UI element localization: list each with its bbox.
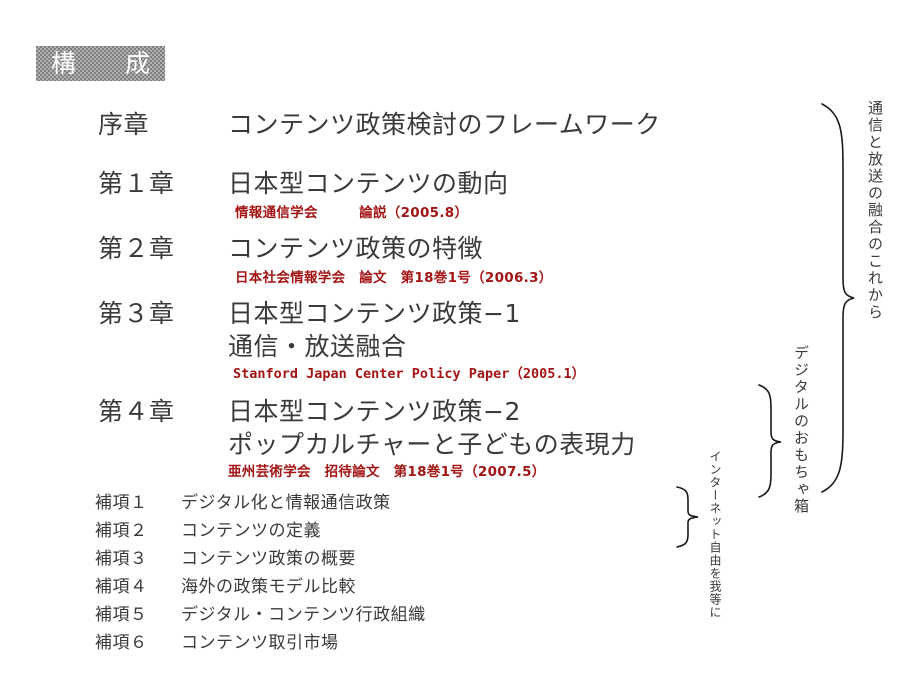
slide-title-banner: 構 成: [36, 46, 165, 81]
chapter-label-4: 第４章: [98, 397, 175, 426]
brace-small-icon: [673, 484, 703, 550]
appendix-text-5: デジタル・コンテンツ行政組織: [181, 605, 426, 625]
chapter-title-1: 日本型コンテンツの動向: [228, 169, 509, 198]
appendix-row: 補項２ コンテンツの定義: [95, 516, 321, 541]
appendix-text-1: デジタル化と情報通信政策: [181, 493, 391, 513]
appendix-label-2: 補項２: [95, 521, 148, 541]
appendix-label-3: 補項３: [95, 549, 148, 569]
vertical-annotation-2: デジタルのおもちゃ箱: [792, 345, 810, 515]
chapter-row: 第３章 日本型コンテンツ政策−1: [98, 294, 521, 330]
appendix-text-6: コンテンツ取引市場: [181, 633, 339, 653]
page-title: 構 成: [50, 49, 162, 78]
brace-large-icon: [816, 100, 856, 496]
appendix-row: 補項１ デジタル化と情報通信政策: [95, 488, 391, 513]
chapter-row: 序章 コンテンツ政策検討のフレームワーク: [98, 105, 661, 141]
chapter-row: 第１章 日本型コンテンツの動向: [98, 164, 509, 200]
appendix-text-2: コンテンツの定義: [181, 521, 321, 541]
chapter-label-1: 第１章: [98, 169, 175, 198]
appendix-row: 補項５ デジタル・コンテンツ行政組織: [95, 600, 426, 625]
appendix-label-5: 補項５: [95, 605, 148, 625]
appendix-row: 補項６ コンテンツ取引市場: [95, 628, 339, 653]
vertical-annotation-1: 通信と放送の融合のこれから: [866, 100, 884, 321]
chapter-subtitle-4: ポップカルチャーと子どもの表現力: [228, 430, 636, 459]
brace-medium-icon: [754, 382, 784, 500]
chapter-label-3: 第３章: [98, 299, 175, 328]
appendix-text-3: コンテンツ政策の概要: [181, 549, 356, 569]
chapter-reference-4: 亜州芸術学会 招待論文 第18巻1号（2007.5）: [228, 464, 546, 480]
chapter-reference-2: 日本社会情報学会 論文 第18巻1号（2006.3）: [235, 270, 553, 286]
appendix-label-6: 補項６: [95, 633, 148, 653]
appendix-label-4: 補項４: [95, 577, 148, 597]
chapter-reference-3: Stanford Japan Center Policy Paper（2005.…: [233, 366, 586, 382]
chapter-title-2: コンテンツ政策の特徴: [228, 234, 484, 263]
appendix-text-4: 海外の政策モデル比較: [181, 577, 356, 597]
appendix-row: 補項４ 海外の政策モデル比較: [95, 572, 356, 597]
appendix-row: 補項３ コンテンツ政策の概要: [95, 544, 356, 569]
appendix-label-1: 補項１: [95, 493, 148, 513]
chapter-reference-1: 情報通信学会 論説（2005.8）: [235, 205, 469, 221]
chapter-label-0: 序章: [98, 110, 150, 139]
chapter-row: 第２章 コンテンツ政策の特徴: [98, 229, 483, 265]
slide-canvas: 構 成 序章 コンテンツ政策検討のフレームワーク 第１章 日本型コンテンツの動向…: [0, 0, 920, 690]
vertical-annotation-3: インターネット自由を我等に: [708, 450, 722, 619]
chapter-row: 第４章 日本型コンテンツ政策−2: [98, 392, 521, 428]
chapter-title-3: 日本型コンテンツ政策−1: [228, 299, 521, 328]
chapter-title-0: コンテンツ政策検討のフレームワーク: [228, 110, 661, 139]
chapter-subtitle-3: 通信・放送融合: [228, 332, 407, 361]
chapter-label-2: 第２章: [98, 234, 175, 263]
chapter-title-4: 日本型コンテンツ政策−2: [228, 397, 521, 426]
